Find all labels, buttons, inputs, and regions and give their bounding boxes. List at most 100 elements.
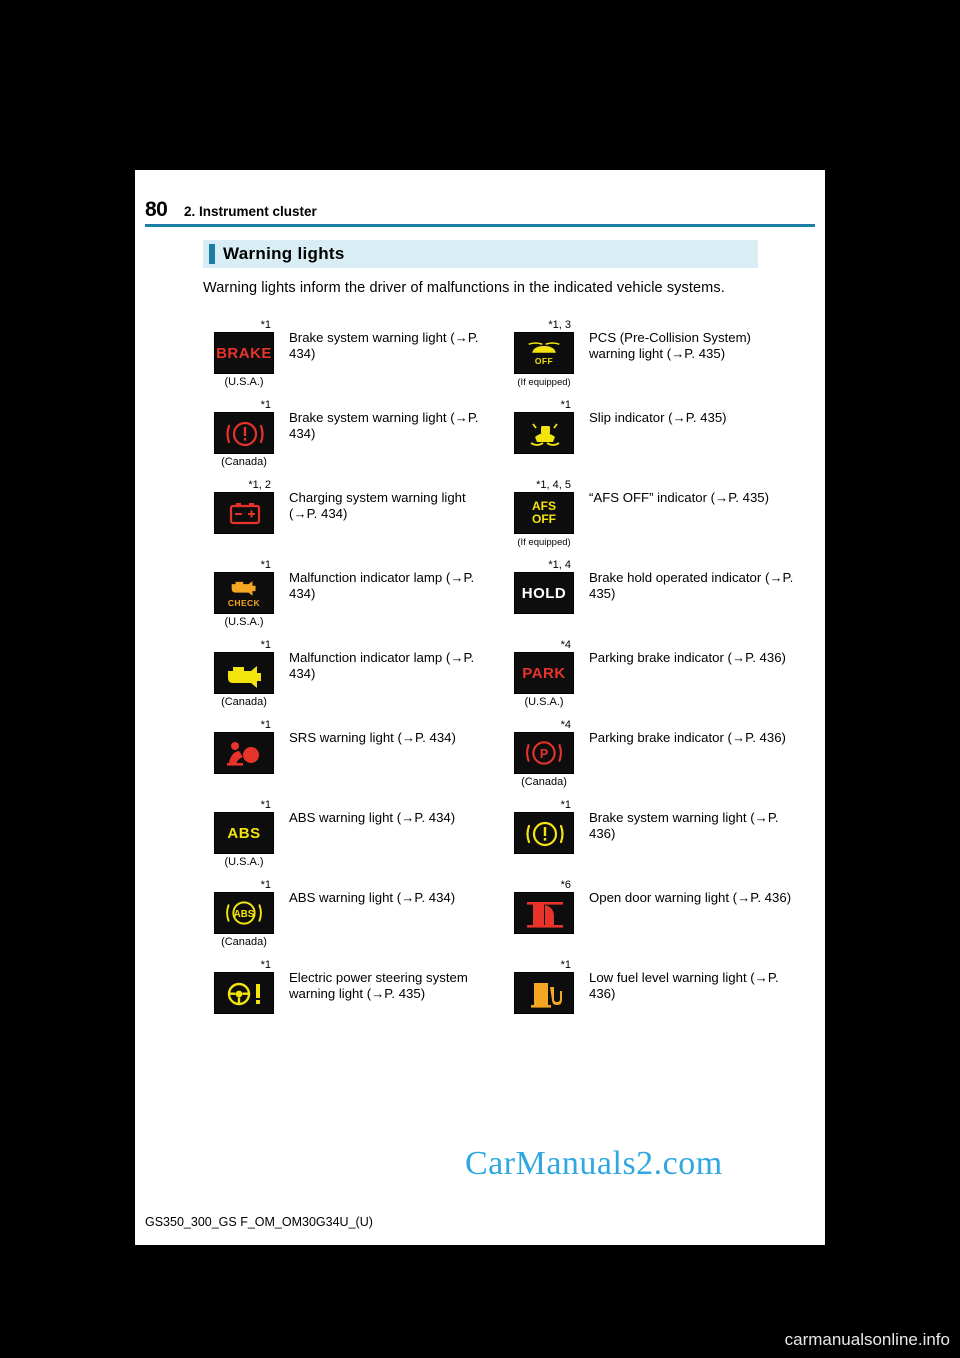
table-row: *1 SRS warning light (→P. 434)	[203, 718, 493, 776]
warning-light-icon-park: PARK	[514, 652, 574, 694]
table-row: *4 PARK (U.S.A.) Parking brake indicator (→…	[503, 638, 793, 710]
warning-light-icon-hold: HOLD	[514, 572, 574, 614]
section-intro: Warning lights inform the driver of malf…	[203, 280, 725, 296]
table-row: *1 (Canada) Brake system warning light (→P…	[203, 398, 493, 470]
footnote-marker: *1	[260, 319, 271, 331]
footnote-marker: *1	[260, 959, 271, 971]
table-row: *1 ABS (U.S.A.) ABS warning light (→P. 434)	[203, 798, 493, 870]
warning-light-description: ABS warning light (→P. 434)	[289, 890, 456, 905]
footnote-marker: *1	[260, 399, 271, 411]
warning-light-icon-cell: *1	[503, 958, 585, 1030]
icon-sublabel	[503, 855, 585, 870]
warning-light-icon-brake: BRAKE	[214, 332, 274, 374]
warning-light-description: ABS warning light (→P. 434)	[289, 810, 456, 825]
warning-light-description: Slip indicator (→P. 435)	[589, 410, 727, 425]
table-row: *1 ABS (Canada) ABS warning light (→P. 434)	[203, 878, 493, 950]
warning-light-icon-cell: *1	[203, 958, 285, 1030]
warning-light-icon-	[514, 812, 574, 854]
icon-sublabel	[203, 1015, 285, 1030]
warning-light-description: Open door warning light (→P. 436)	[589, 890, 792, 905]
warning-light-icon-abs-circle: ABS	[214, 892, 274, 934]
warning-light-icon-cell: *1 BRAKE (U.S.A.)	[203, 318, 285, 390]
table-row: *1 Brake system warning light (→P. 436)	[503, 798, 793, 856]
warning-light-icon-cell: *1, 4 HOLD	[503, 558, 585, 630]
table-row: *1, 3 OFF (If equipped) PCS (Pre-Collision …	[503, 318, 793, 390]
table-row: *1 Low fuel level warning light (→P. 436)	[503, 958, 793, 1016]
icon-sublabel	[503, 935, 585, 950]
page-header: 80 2. Instrument cluster	[145, 198, 815, 227]
table-row: *1 (Canada) Malfunction indicator lamp (→P…	[203, 638, 493, 710]
warning-light-icon-abs: ABS	[214, 812, 274, 854]
watermark: CarManuals2.com	[465, 1145, 723, 1182]
warning-light-icon-cell: *1 ABS (Canada)	[203, 878, 285, 950]
footnote-marker: *1	[260, 639, 271, 651]
page-root: 80 2. Instrument cluster Warning lights …	[0, 0, 960, 1358]
page-number: 80	[145, 198, 168, 221]
icon-sublabel	[503, 615, 585, 630]
warning-light-description: Charging system warning light (→P. 434)	[289, 490, 466, 522]
icon-sublabel: (U.S.A.)	[224, 856, 264, 868]
section-title-bar: Warning lights	[203, 240, 758, 268]
warning-light-icon-afs-off: AFS OFF	[514, 492, 574, 534]
footnote-marker: *4	[560, 639, 571, 651]
warning-light-icon-engine	[214, 652, 274, 694]
icon-sublabel: (If equipped)	[517, 377, 571, 388]
footnote-marker: *1, 2	[248, 479, 271, 491]
warning-light-description: PCS (Pre-Collision System) warning light…	[589, 330, 751, 362]
footnote-marker: *1	[260, 879, 271, 891]
table-row: *1, 4, 5 AFS OFF (If equipped) “AFS OFF” ind…	[503, 478, 793, 550]
table-row: *4 P (Canada) Parking brake indicator (→P. …	[503, 718, 793, 790]
warning-light-icon-steering-wheel-alert	[214, 972, 274, 1014]
icon-sublabel	[203, 775, 285, 790]
warning-light-icon-park-p-circle: P	[514, 732, 574, 774]
footnote-marker: *1, 4, 5	[536, 479, 571, 491]
warning-light-description: Brake system warning light (→P. 436)	[589, 810, 779, 842]
warning-light-description: Electric power steering system warning l…	[289, 970, 468, 1002]
warning-light-icon-cell: *1, 2	[203, 478, 285, 550]
footnote-marker: *1	[260, 559, 271, 571]
warning-light-icon-cell: *6	[503, 878, 585, 950]
table-row: *1, 2 Charging system warning light (→P. …	[203, 478, 493, 536]
warning-light-icon-open-door	[514, 892, 574, 934]
warning-light-icon-cell: *4 P (Canada)	[503, 718, 585, 790]
svg-text:ABS: ABS	[234, 909, 255, 920]
icon-sublabel: (Canada)	[221, 456, 267, 468]
warning-light-icon-pcs-off: OFF	[514, 332, 574, 374]
icon-sublabel: (If equipped)	[517, 537, 571, 548]
section-tick	[209, 244, 215, 264]
table-row: *1, 4 HOLD Brake hold operated indicator (…	[503, 558, 793, 616]
footnote-marker: *4	[560, 719, 571, 731]
svg-text:P: P	[540, 747, 548, 761]
section-title: Warning lights	[223, 244, 345, 263]
warning-light-icon-cell: *1	[503, 398, 585, 470]
table-row: *1 Slip indicator (→P. 435)	[503, 398, 793, 456]
warning-light-description: Parking brake indicator (→P. 436)	[589, 650, 786, 665]
warning-light-icon-battery	[214, 492, 274, 534]
icon-sublabel: (U.S.A.)	[524, 696, 564, 708]
warning-light-description: Brake system warning light (→P. 434)	[289, 410, 479, 442]
icon-sublabel	[503, 455, 585, 470]
document-sheet: 80 2. Instrument cluster Warning lights …	[135, 170, 825, 1245]
footnote-marker: *1	[560, 799, 571, 811]
warning-light-icon-fuel-pump	[514, 972, 574, 1014]
icon-sublabel: (Canada)	[221, 696, 267, 708]
warning-light-icon-	[214, 412, 274, 454]
footnote-marker: *1	[560, 959, 571, 971]
warning-light-icon-cell: *1, 4, 5 AFS OFF (If equipped)	[503, 478, 585, 550]
warning-light-description: Malfunction indicator lamp (→P. 434)	[289, 650, 475, 682]
footnote-marker: *1, 4	[548, 559, 571, 571]
table-row: *1 CHECK (U.S.A.) Malfunction indicator lam…	[203, 558, 493, 630]
warning-light-description: Brake system warning light (→P. 434)	[289, 330, 479, 362]
warning-light-icon-engine-check: CHECK	[214, 572, 274, 614]
footnote-marker: *1	[560, 399, 571, 411]
icon-sublabel	[203, 535, 285, 550]
footnote-marker: *1	[260, 719, 271, 731]
icon-sublabel: (Canada)	[521, 776, 567, 788]
footer-code: GS350_300_GS F_OM_OM30G34U_(U)	[145, 1215, 373, 1229]
icon-sublabel: (Canada)	[221, 936, 267, 948]
warning-light-description: SRS warning light (→P. 434)	[289, 730, 456, 745]
warning-light-icon-cell: *4 PARK (U.S.A.)	[503, 638, 585, 710]
footnote-marker: *6	[560, 879, 571, 891]
chapter-title: 2. Instrument cluster	[184, 204, 317, 219]
warning-light-icon-cell: *1 (Canada)	[203, 638, 285, 710]
